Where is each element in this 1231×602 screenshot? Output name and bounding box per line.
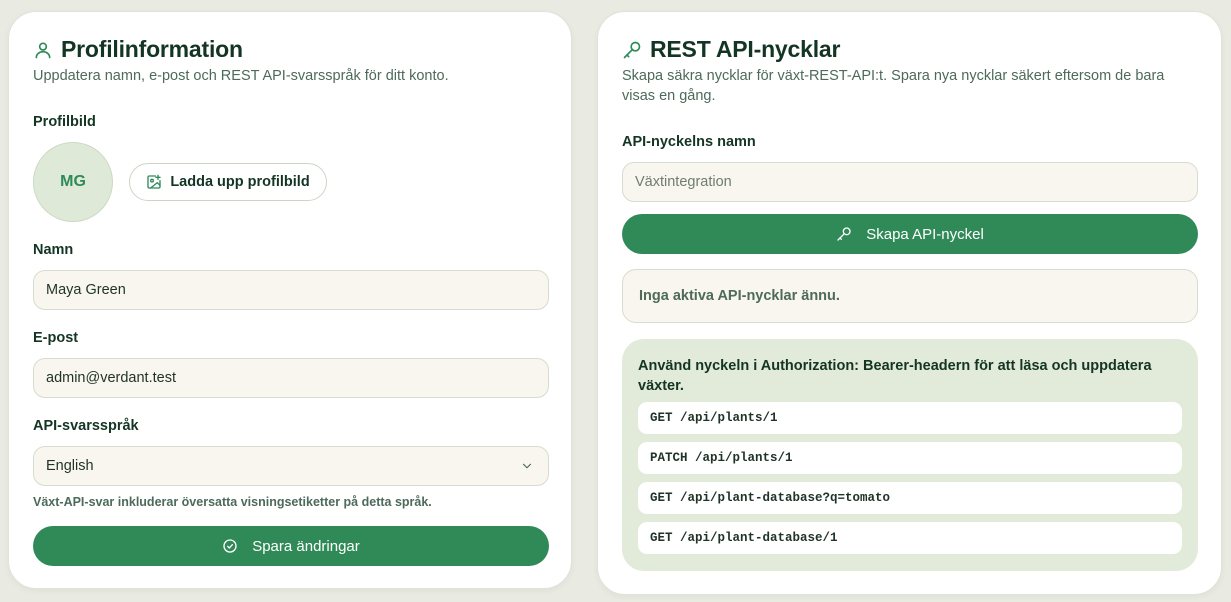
- chevron-down-icon: [520, 459, 534, 473]
- profile-header: Profilinformation: [33, 36, 243, 63]
- api-header: REST API-nycklar: [622, 36, 840, 63]
- api-title: REST API-nycklar: [650, 36, 841, 62]
- api-keys-card: REST API-nycklar Skapa säkra nycklar för…: [597, 11, 1222, 595]
- save-button[interactable]: Spara ändringar: [33, 526, 549, 566]
- endpoint-item: GET /api/plant-database/1: [638, 522, 1182, 554]
- endpoint-item: GET /api/plant-database?q=tomato: [638, 482, 1182, 514]
- key-icon: [622, 40, 642, 60]
- key-name-field[interactable]: [622, 162, 1198, 202]
- name-field[interactable]: [33, 270, 549, 310]
- upload-avatar-label: Ladda upp profilbild: [170, 174, 310, 190]
- language-selected-value: English: [46, 458, 94, 474]
- name-input[interactable]: [46, 282, 548, 298]
- save-button-label: Spara ändringar: [252, 537, 360, 555]
- email-field[interactable]: [33, 358, 549, 398]
- language-label: API-svarsspråk: [33, 418, 139, 434]
- language-select[interactable]: English: [33, 446, 549, 486]
- create-key-label: Skapa API-nyckel: [866, 225, 984, 243]
- key-icon: [836, 226, 852, 242]
- image-plus-icon: [146, 174, 162, 190]
- key-name-label: API-nyckelns namn: [622, 134, 756, 150]
- profile-card: Profilinformation Uppdatera namn, e-post…: [8, 11, 572, 589]
- profile-title: Profilinformation: [61, 36, 243, 62]
- profile-subtitle: Uppdatera namn, e-post och REST API-svar…: [33, 68, 449, 84]
- email-input[interactable]: [46, 370, 548, 386]
- name-label: Namn: [33, 242, 74, 258]
- avatar-label: Profilbild: [33, 114, 96, 130]
- key-name-input[interactable]: [635, 174, 1197, 190]
- check-circle-icon: [222, 538, 238, 554]
- email-label: E-post: [33, 330, 79, 346]
- create-key-button[interactable]: Skapa API-nyckel: [622, 214, 1198, 254]
- language-hint: Växt-API-svar inkluderar översatta visni…: [33, 495, 432, 509]
- empty-keys-message: Inga aktiva API-nycklar ännu.: [622, 269, 1198, 323]
- upload-avatar-button[interactable]: Ladda upp profilbild: [129, 163, 327, 201]
- usage-panel: Använd nyckeln i Authorization: Bearer-h…: [622, 339, 1198, 571]
- endpoint-item: GET /api/plants/1: [638, 402, 1182, 434]
- user-icon: [33, 40, 53, 60]
- usage-text: Använd nyckeln i Authorization: Bearer-h…: [638, 358, 1152, 394]
- avatar: MG: [33, 142, 113, 222]
- api-subtitle: Skapa säkra nycklar för växt-REST-API:t.…: [622, 68, 1165, 104]
- endpoint-item: PATCH /api/plants/1: [638, 442, 1182, 474]
